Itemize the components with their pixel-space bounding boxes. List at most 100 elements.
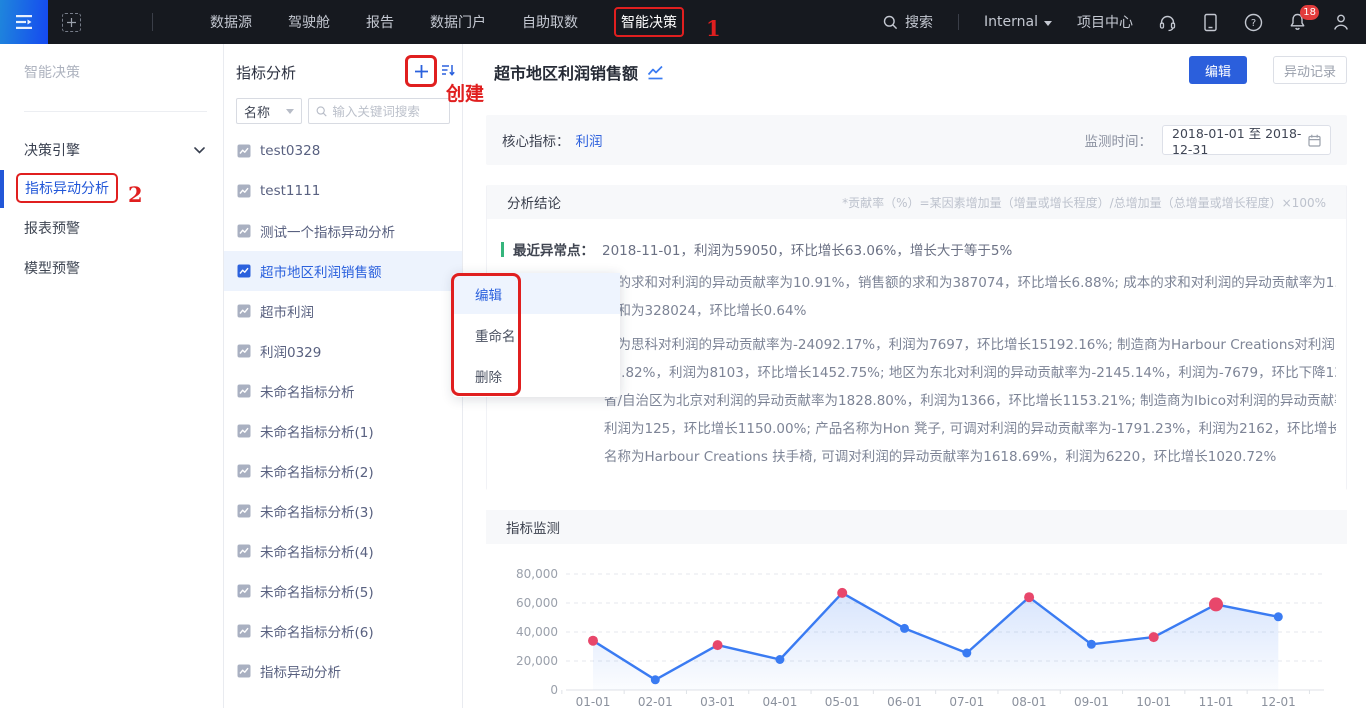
list-item-9[interactable]: 未命名指标分析(3) bbox=[224, 491, 462, 531]
sidebar-item-2[interactable]: 模型预警 bbox=[0, 248, 223, 288]
hamburger-menu-icon bbox=[14, 14, 34, 30]
latest-anomaly-label: 最近异常点： bbox=[513, 239, 594, 259]
create-analysis-button[interactable] bbox=[405, 55, 437, 87]
sidebar-item-0[interactable]: 指标异动分析 bbox=[0, 168, 223, 208]
anomaly-data-point[interactable] bbox=[588, 636, 598, 646]
sidebar-item-label: 模型预警 bbox=[24, 258, 80, 278]
context-menu-item-1[interactable]: 重命名 bbox=[453, 314, 620, 355]
list-item-8[interactable]: 未命名指标分析(2) bbox=[224, 451, 462, 491]
list-item-0[interactable]: test0328 bbox=[224, 131, 462, 171]
context-menu-item-label: 重命名 bbox=[475, 325, 516, 345]
nav-item-4[interactable]: 自助取数 bbox=[504, 0, 596, 44]
anomaly-data-point[interactable] bbox=[713, 640, 723, 650]
x-axis-tick-label: 11-01 bbox=[1199, 695, 1234, 708]
analysis-list: test0328 test1111 测试一个指标异动分析超市地区利润销售额超市利润利… bbox=[224, 131, 462, 691]
nav-item-label: 数据门户 bbox=[430, 12, 486, 32]
mini-chart-icon bbox=[237, 544, 251, 558]
list-item-label: test0328 bbox=[260, 143, 320, 159]
y-axis-tick-label: 0 bbox=[550, 683, 558, 697]
y-axis-tick-label: 80,000 bbox=[516, 567, 558, 581]
list-item-11[interactable]: 未命名指标分析(5) bbox=[224, 571, 462, 611]
filter-field-select[interactable]: 名称 bbox=[236, 98, 302, 124]
question-circle-icon: ? bbox=[1244, 13, 1263, 32]
sidebar-item-1[interactable]: 报表预警 bbox=[0, 208, 223, 248]
annotation-step-2: 2 bbox=[128, 182, 143, 207]
mini-chart-icon bbox=[237, 384, 251, 398]
list-item-7[interactable]: 未命名指标分析(1) bbox=[224, 411, 462, 451]
core-metric-value[interactable]: 利润 bbox=[576, 130, 603, 150]
monitor-line-chart[interactable]: 020,00040,00060,00080,00001-0102-0103-01… bbox=[486, 548, 1347, 708]
filter-field-label: 名称 bbox=[244, 102, 270, 121]
data-point[interactable] bbox=[775, 655, 784, 664]
paragraph-line: 利润为125，环比增长1150.00%; 产品名称为Hon 凳子, 可调对利润的… bbox=[604, 415, 1336, 443]
anomaly-record-button[interactable]: 异动记录 bbox=[1273, 56, 1347, 84]
x-axis-tick-label: 08-01 bbox=[1012, 695, 1047, 708]
add-module-icon[interactable] bbox=[62, 13, 81, 32]
x-axis-tick-label: 09-01 bbox=[1074, 695, 1109, 708]
list-item-10[interactable]: 未命名指标分析(4) bbox=[224, 531, 462, 571]
anomaly-data-point[interactable] bbox=[1209, 597, 1223, 611]
line-chart-icon[interactable] bbox=[647, 65, 664, 80]
environment-selector[interactable]: Internal bbox=[984, 14, 1052, 30]
paragraph-line: 额的求和对利润的异动贡献率为10.91%，销售额的求和为387074，环比增长6… bbox=[604, 269, 1336, 297]
list-item-12[interactable]: 未命名指标分析(6) bbox=[224, 611, 462, 651]
data-point[interactable] bbox=[1087, 640, 1096, 649]
global-search[interactable]: 搜索 bbox=[883, 12, 933, 32]
data-point[interactable] bbox=[1274, 612, 1283, 621]
list-item-label: 未命名指标分析 bbox=[260, 381, 355, 401]
nav-item-5[interactable]: 智能决策 bbox=[596, 0, 702, 44]
list-item-4[interactable]: 超市利润 bbox=[224, 291, 462, 331]
data-point[interactable] bbox=[651, 675, 660, 684]
user-profile-button[interactable] bbox=[1332, 13, 1350, 32]
support-headset-button[interactable] bbox=[1158, 13, 1177, 32]
list-item-6[interactable]: 未命名指标分析 bbox=[224, 371, 462, 411]
data-point[interactable] bbox=[962, 649, 971, 658]
context-menu-item-0[interactable]: 编辑 bbox=[453, 273, 620, 314]
notifications-button[interactable]: 18 bbox=[1288, 12, 1307, 32]
list-item-label: 测试一个指标异动分析 bbox=[260, 221, 395, 241]
nav-item-0[interactable]: 数据源 bbox=[192, 0, 270, 44]
paragraph-line: 名称为Harbour Creations 扶手椅, 可调对利润的异动贡献率为16… bbox=[604, 443, 1336, 471]
context-menu-items: 编辑重命名删除 bbox=[453, 273, 620, 396]
mobile-app-button[interactable] bbox=[1202, 13, 1219, 32]
sidebar-group-decision-engine[interactable]: 决策引擎 bbox=[24, 140, 205, 160]
list-item-label: 未命名指标分析(4) bbox=[260, 541, 374, 561]
mini-chart-icon bbox=[237, 424, 251, 438]
conclusion-header: 分析结论 *贡献率（%）=某因素增加量（增量或增长程度）/总增加量（总增量或增长… bbox=[487, 185, 1346, 219]
left-sidebar: 智能决策 决策引擎 指标异动分析报表预警模型预警 bbox=[0, 44, 224, 708]
keyword-search-input[interactable] bbox=[332, 104, 442, 119]
nav-item-3[interactable]: 数据门户 bbox=[412, 0, 504, 44]
anomaly-data-point[interactable] bbox=[837, 588, 847, 598]
app-logo[interactable] bbox=[0, 0, 48, 44]
nav-item-label: 数据源 bbox=[210, 12, 252, 32]
latest-anomaly-row: 最近异常点： 2018-11-01，利润为59050，环比增长63.06%，增长… bbox=[501, 239, 1012, 259]
sidebar-item-label: 指标异动分析 bbox=[16, 173, 118, 203]
sidebar-title: 智能决策 bbox=[24, 62, 80, 82]
list-item-5[interactable]: 利润0329 bbox=[224, 331, 462, 371]
anomaly-data-point[interactable] bbox=[1024, 592, 1034, 602]
project-center-link[interactable]: 项目中心 bbox=[1077, 0, 1133, 44]
list-item-1[interactable]: test1111 bbox=[224, 171, 462, 211]
list-item-label: 指标异动分析 bbox=[260, 661, 341, 681]
core-metric-bar: 核心指标： 利润 监测时间： 2018-01-01 至 2018-12-31 bbox=[486, 115, 1347, 165]
nav-item-1[interactable]: 驾驶舱 bbox=[270, 0, 348, 44]
date-range-picker[interactable]: 2018-01-01 至 2018-12-31 bbox=[1162, 125, 1331, 155]
edit-button[interactable]: 编辑 bbox=[1189, 56, 1247, 84]
context-menu-item-2[interactable]: 删除 bbox=[453, 355, 620, 396]
x-axis-tick-label: 06-01 bbox=[887, 695, 922, 708]
search-label: 搜索 bbox=[905, 12, 933, 32]
help-button[interactable]: ? bbox=[1244, 13, 1263, 32]
project-center-label: 项目中心 bbox=[1077, 12, 1133, 32]
user-icon bbox=[1332, 13, 1350, 32]
nav-item-2[interactable]: 报告 bbox=[348, 0, 412, 44]
x-axis-tick-label: 05-01 bbox=[825, 695, 860, 708]
list-item-label: 未命名指标分析(5) bbox=[260, 581, 374, 601]
list-filter-row: 名称 bbox=[236, 98, 450, 124]
list-item-13[interactable]: 指标异动分析 bbox=[224, 651, 462, 691]
list-item-3[interactable]: 超市地区利润销售额 bbox=[224, 251, 462, 291]
data-point[interactable] bbox=[900, 624, 909, 633]
list-item-context-menu: 编辑重命名删除 bbox=[453, 273, 620, 397]
list-item-2[interactable]: 测试一个指标异动分析 bbox=[224, 211, 462, 251]
nav-item-label: 报告 bbox=[366, 12, 394, 32]
anomaly-data-point[interactable] bbox=[1149, 632, 1159, 642]
